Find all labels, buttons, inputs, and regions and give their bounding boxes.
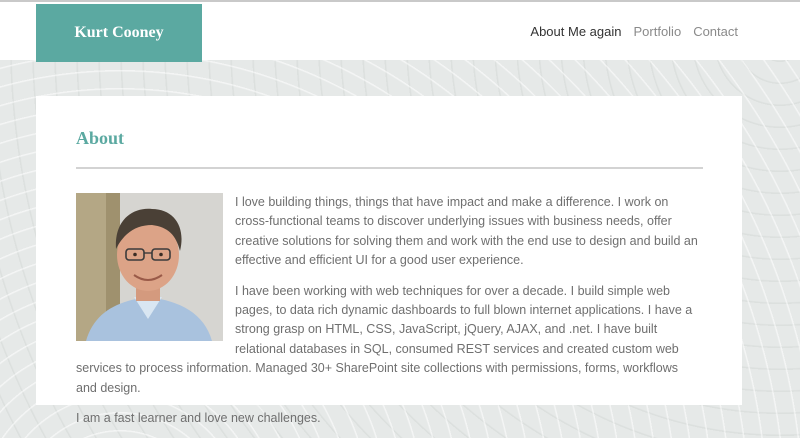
person-photo-icon <box>76 193 223 341</box>
about-heading: About <box>76 128 125 148</box>
brand-name[interactable]: Kurt Cooney <box>74 24 163 42</box>
nav-link-contact[interactable]: Contact <box>693 24 738 39</box>
about-card: About I love building things, things tha… <box>36 96 742 425</box>
brand-logo[interactable]: Kurt Cooney <box>36 4 202 62</box>
main-nav: About Me again Portfolio Contact <box>530 24 738 39</box>
about-paragraph-3: I am a fast learner and love new challen… <box>76 411 321 426</box>
nav-link-about[interactable]: About Me again <box>530 24 621 39</box>
section-divider <box>76 167 703 169</box>
site-header: Kurt Cooney About Me again Portfolio Con… <box>0 0 800 62</box>
nav-link-portfolio[interactable]: Portfolio <box>633 24 681 39</box>
about-body: I love building things, things that have… <box>76 193 701 438</box>
portrait-photo <box>76 193 223 341</box>
